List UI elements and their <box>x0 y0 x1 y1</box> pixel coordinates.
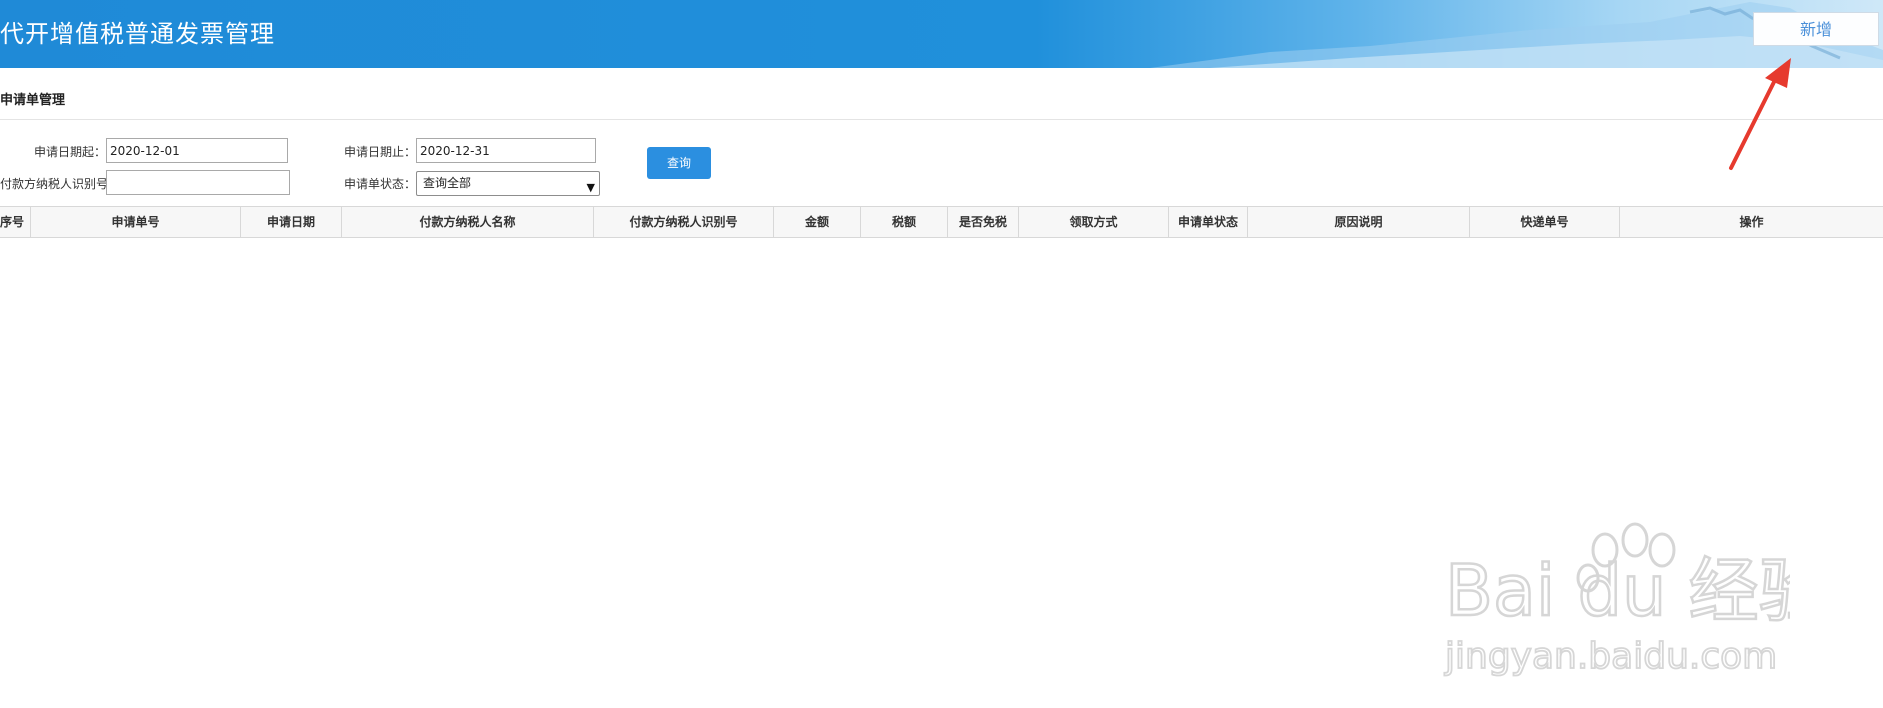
column-header-tax-exempt[interactable]: 是否免税 <box>948 207 1019 237</box>
column-header-tracking-no[interactable]: 快递单号 <box>1470 207 1620 237</box>
column-header-payer-tax-id[interactable]: 付款方纳税人识别号 <box>594 207 774 237</box>
column-header-application-date[interactable]: 申请日期 <box>241 207 342 237</box>
start-date-input[interactable] <box>106 138 288 163</box>
page-title: 代开增值税普通发票管理 <box>0 20 275 48</box>
column-header-pickup-method[interactable]: 领取方式 <box>1019 207 1169 237</box>
status-select[interactable]: 查询全部 ▼ <box>416 171 600 196</box>
start-date-label: 申请日期起： <box>33 145 106 159</box>
column-header-application-no[interactable]: 申请单号 <box>31 207 241 237</box>
table-header: 序号 申请单号 申请日期 付款方纳税人名称 付款方纳税人识别号 金额 税额 是否… <box>0 206 1883 238</box>
end-date-input[interactable] <box>416 138 596 163</box>
column-header-index[interactable]: 序号 <box>0 207 31 237</box>
chevron-down-icon: ▼ <box>586 181 595 194</box>
payer-tax-id-input[interactable] <box>106 170 290 195</box>
column-header-amount[interactable]: 金额 <box>774 207 861 237</box>
section-divider <box>0 119 1883 120</box>
status-label: 申请单状态： <box>343 177 416 191</box>
page-header: 代开增值税普通发票管理 新增 <box>0 0 1883 68</box>
baidu-jingyan-watermark-logo: Bai du 经验 jingyan.baidu.com <box>1443 522 1790 678</box>
column-header-status[interactable]: 申请单状态 <box>1169 207 1248 237</box>
column-header-tax[interactable]: 税额 <box>861 207 948 237</box>
status-select-value: 查询全部 <box>423 176 472 190</box>
watermark-brand-text: Bai du 经验 <box>1445 550 1790 632</box>
column-header-reason[interactable]: 原因说明 <box>1248 207 1470 237</box>
column-header-actions[interactable]: 操作 <box>1620 207 1883 237</box>
watermark-url-text: jingyan.baidu.com <box>1444 636 1777 677</box>
section-title: 申请单管理 <box>0 93 66 108</box>
end-date-label: 申请日期止： <box>343 145 416 159</box>
annotation-arrow-icon <box>1729 58 1791 170</box>
column-header-payer-name[interactable]: 付款方纳税人名称 <box>342 207 594 237</box>
query-button[interactable]: 查询 <box>647 147 711 179</box>
add-button[interactable]: 新增 <box>1753 12 1879 46</box>
payer-tax-id-label: 付款方纳税人识别号： <box>0 177 106 191</box>
